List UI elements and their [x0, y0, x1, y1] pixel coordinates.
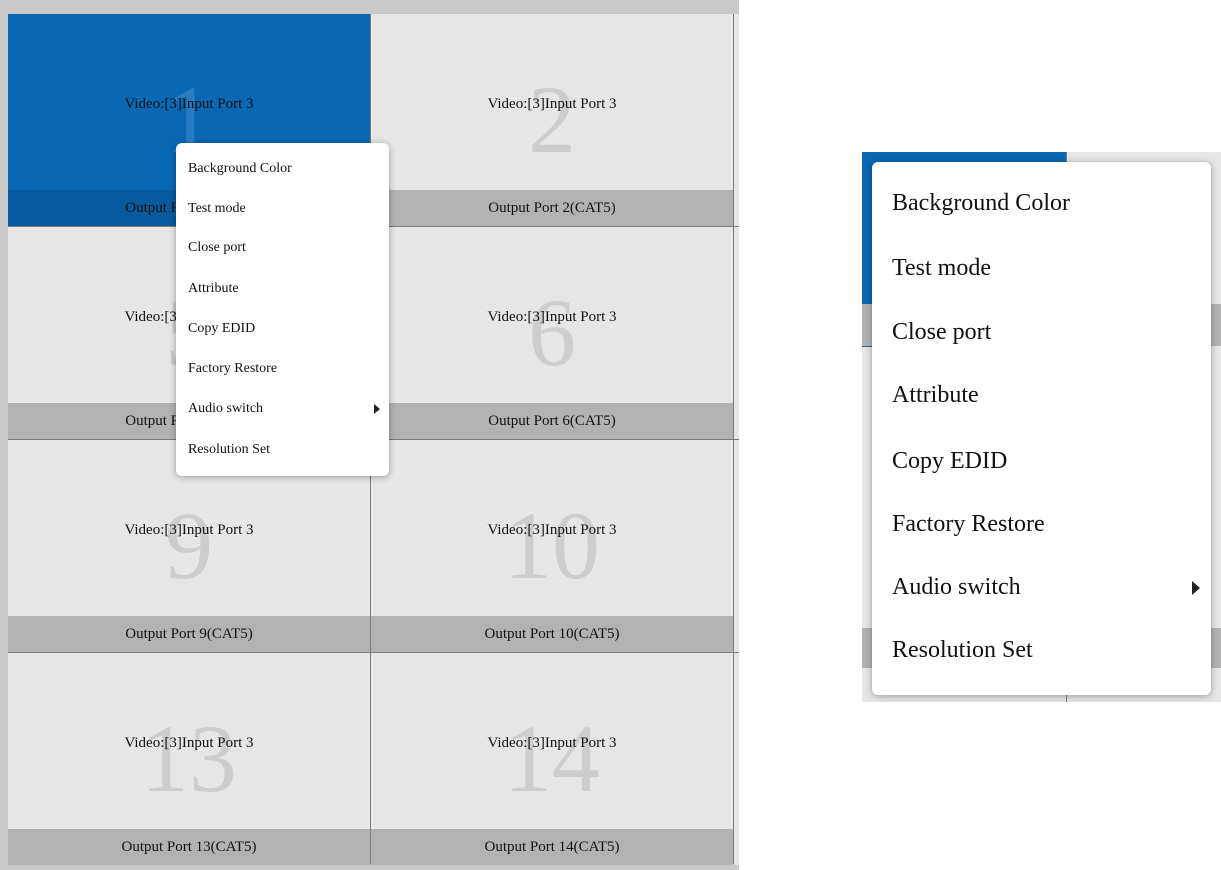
menu-item-attribute[interactable]: Attribute	[176, 279, 389, 299]
output-port-label: Output Port 9(CAT5)	[8, 616, 370, 652]
output-port-label: Output Port 10(CAT5)	[371, 616, 733, 652]
output-port-label: Output Port 13(CAT5)	[8, 829, 370, 865]
zoomed-menu-item-background-color[interactable]: Background Color	[872, 186, 1211, 220]
port-cell-15-partial[interactable]	[734, 653, 739, 865]
port-number: 13	[141, 705, 237, 812]
zoomed-menu-item-resolution-set[interactable]: Resolution Set	[872, 633, 1211, 667]
port-cell-7-partial[interactable]	[734, 227, 739, 439]
menu-item-label: Audio switch	[188, 401, 264, 416]
output-port-label: Output Port 2(CAT5)	[371, 190, 733, 226]
menu-item-label: Copy EDID	[188, 321, 256, 336]
menu-item-label: Factory Restore	[892, 511, 1045, 537]
menu-item-label: Factory Restore	[188, 361, 278, 376]
menu-item-factory-restore[interactable]: Factory Restore	[176, 359, 389, 379]
port-cell-11-partial[interactable]	[734, 440, 739, 652]
video-source-label: Video:[3]Input Port 3	[487, 735, 617, 751]
menu-item-label: Test mode	[188, 201, 246, 216]
menu-item-label: Background Color	[892, 190, 1070, 216]
port-cell-6[interactable]: 6 Video:[3]Input Port 3 Output Port 6(CA…	[371, 227, 733, 439]
zoomed-menu-item-attribute[interactable]: Attribute	[872, 378, 1211, 412]
menu-item-label: Test mode	[892, 255, 991, 281]
zoomed-menu-item-close-port[interactable]: Close port	[872, 315, 1211, 349]
menu-item-test-mode[interactable]: Test mode	[176, 199, 389, 219]
zoomed-menu-item-audio-switch[interactable]: Audio switch	[872, 570, 1211, 604]
port-number: 6	[528, 279, 576, 386]
menu-item-close-port[interactable]: Close port	[176, 238, 389, 258]
port-number: 10	[504, 492, 600, 599]
port-cell-14[interactable]: 14 Video:[3]Input Port 3 Output Port 14(…	[371, 653, 733, 865]
port-number: 9	[165, 492, 213, 599]
port-cell-10[interactable]: 10 Video:[3]Input Port 3 Output Port 10(…	[371, 440, 733, 652]
menu-item-label: Close port	[892, 319, 992, 345]
menu-item-background-color[interactable]: Background Color	[176, 159, 389, 179]
caret-right-icon	[1192, 581, 1200, 595]
menu-item-copy-edid[interactable]: Copy EDID	[176, 319, 389, 339]
port-number: 14	[504, 705, 600, 812]
output-port-label: Output Port 14(CAT5)	[371, 829, 733, 865]
video-source-label: Video:[3]Input Port 3	[124, 522, 254, 538]
video-source-label: Video:[3]Input Port 3	[487, 309, 617, 325]
video-source-label: Video:[3]Input Port 3	[487, 96, 617, 112]
port-cell-3-partial[interactable]	[734, 14, 739, 226]
port-cell-2[interactable]: 2 Video:[3]Input Port 3 Output Port 2(CA…	[371, 14, 733, 226]
menu-item-label: Resolution Set	[892, 637, 1033, 663]
menu-item-label: Background Color	[188, 161, 292, 176]
menu-item-label: Attribute	[188, 281, 239, 296]
output-port-label: Output Port 6(CAT5)	[371, 403, 733, 439]
zoomed-menu-item-factory-restore[interactable]: Factory Restore	[872, 507, 1211, 541]
zoomed-menu-item-test-mode[interactable]: Test mode	[872, 251, 1211, 285]
menu-item-resolution-set[interactable]: Resolution Set	[176, 440, 389, 460]
caret-right-icon	[374, 404, 380, 414]
video-source-label: Video:[3]Input Port 3	[487, 522, 617, 538]
port-context-menu: Background Color Test mode Close port At…	[176, 143, 389, 476]
zoomed-menu-item-copy-edid[interactable]: Copy EDID	[872, 444, 1211, 478]
menu-item-label: Resolution Set	[188, 442, 271, 457]
menu-item-audio-switch[interactable]: Audio switch	[176, 399, 389, 419]
video-source-label: Video:[3]Input Port 3	[124, 96, 254, 112]
port-cell-13[interactable]: 13 Video:[3]Input Port 3 Output Port 13(…	[8, 653, 370, 865]
menu-item-label: Copy EDID	[892, 448, 1008, 474]
menu-item-label: Audio switch	[892, 574, 1021, 600]
menu-item-label: Attribute	[892, 382, 979, 408]
port-number: 2	[528, 66, 576, 173]
video-source-label: Video:[3]Input Port 3	[124, 735, 254, 751]
zoomed-port-context-menu: Background Color Test mode Close port At…	[872, 162, 1211, 695]
menu-item-label: Close port	[188, 240, 246, 255]
